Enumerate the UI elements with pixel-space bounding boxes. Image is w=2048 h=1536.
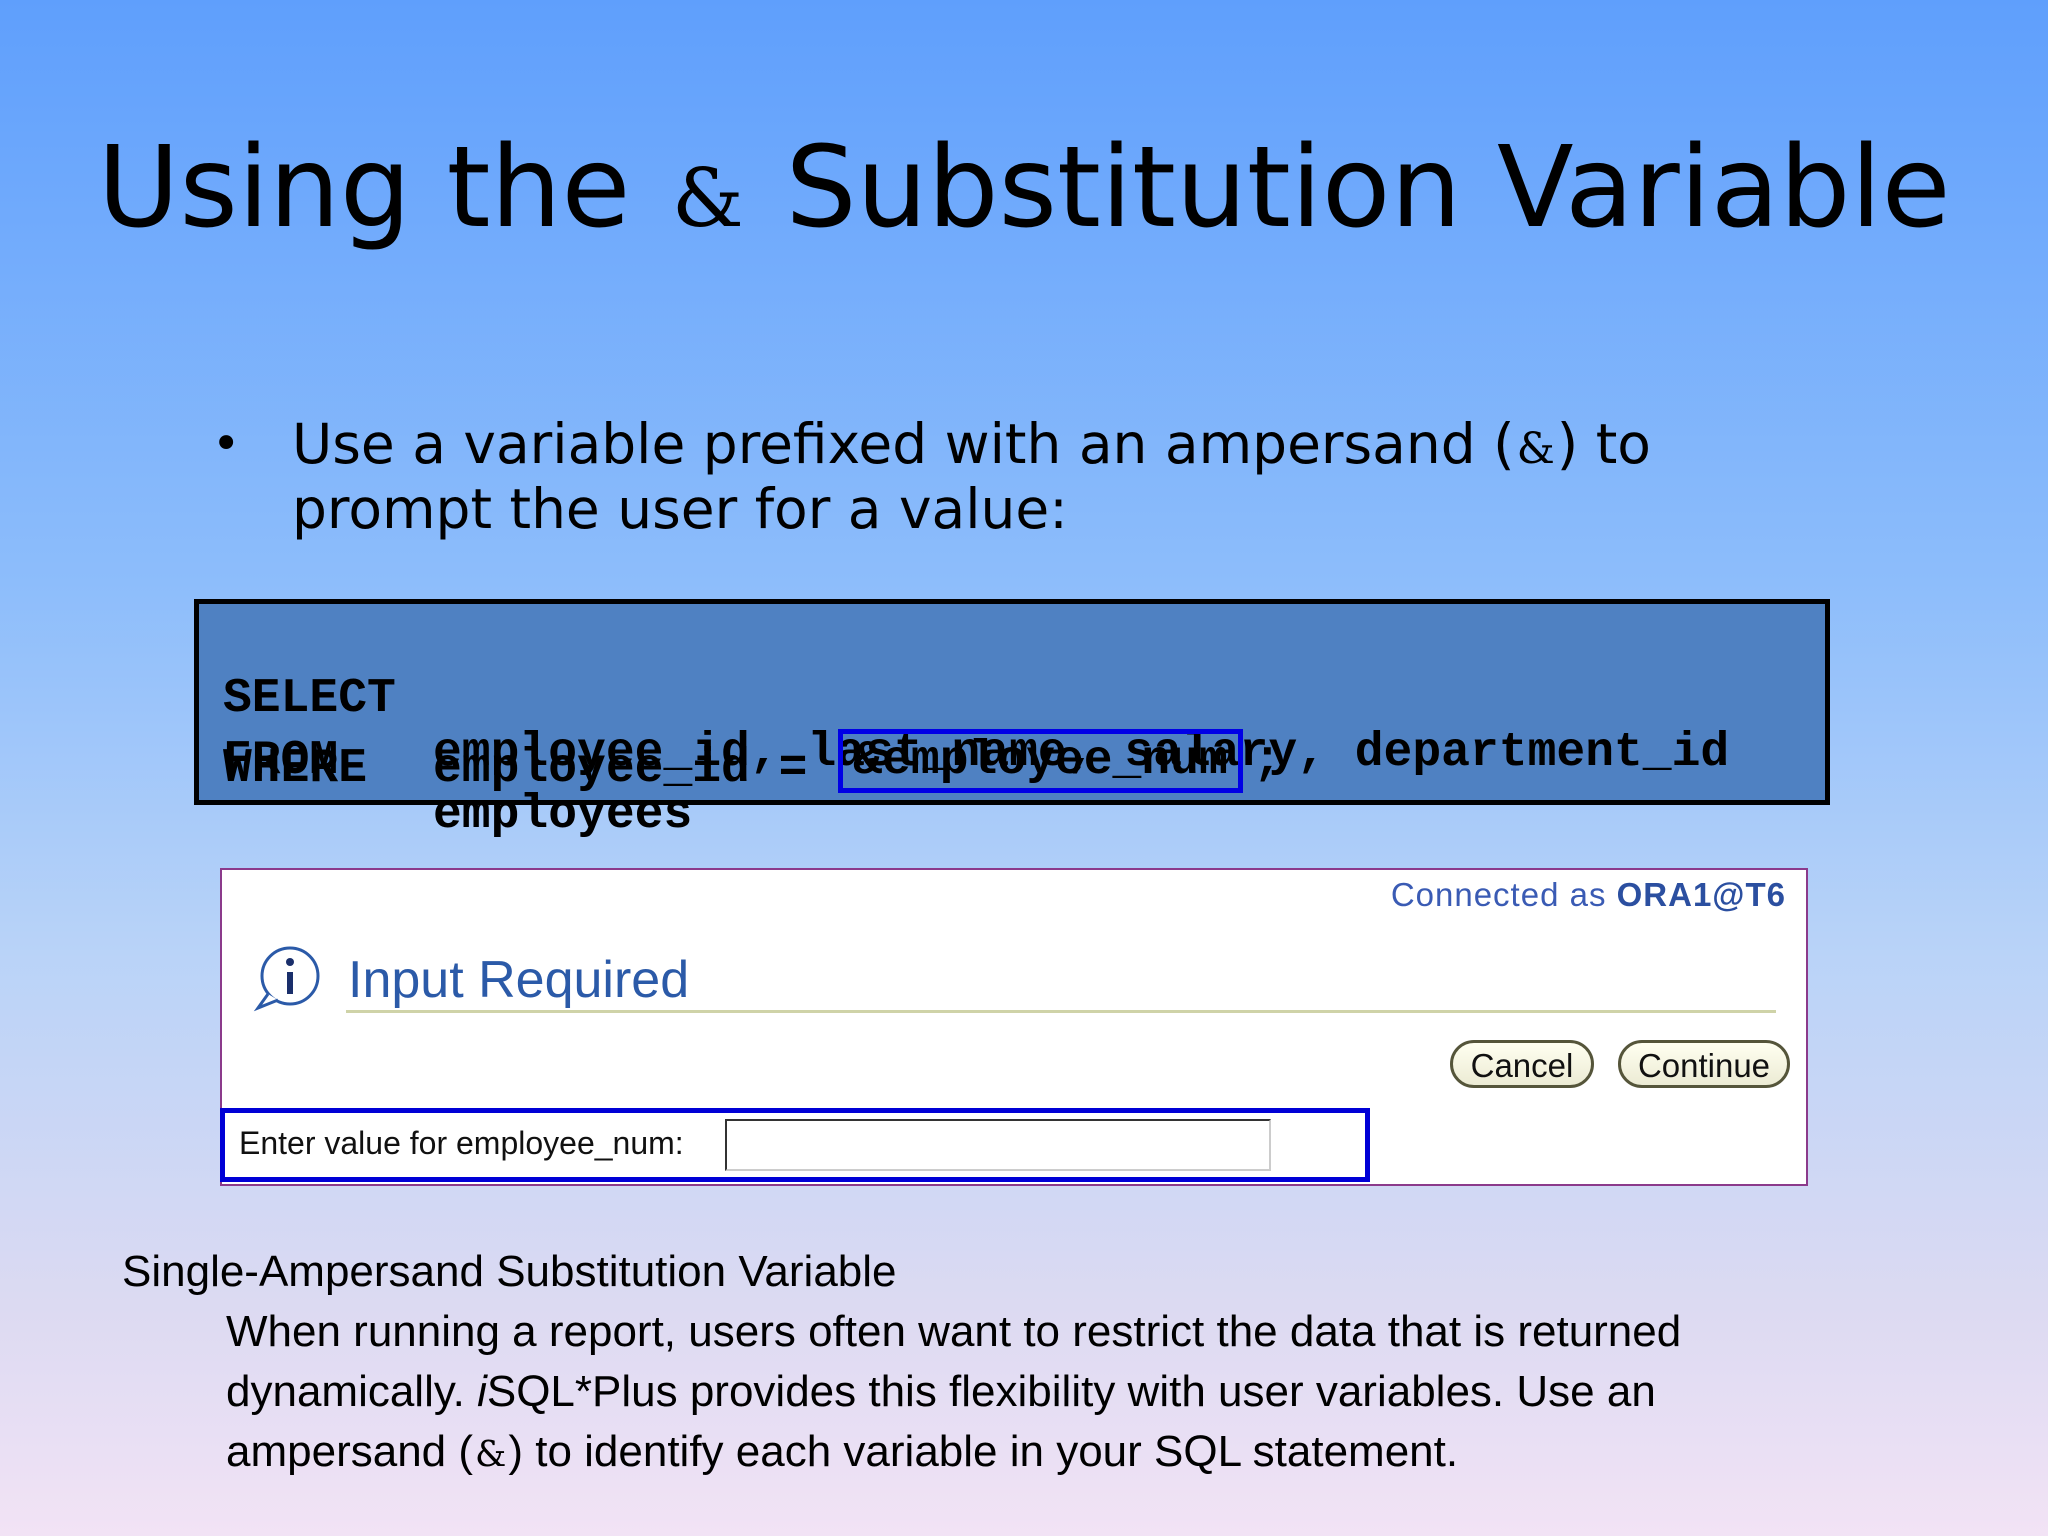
from-table: employees [433,788,693,842]
bullet-dot: • [212,416,241,472]
substitution-variable-highlight: &employee_num [838,729,1243,793]
keyword-where: WHERE [223,742,368,796]
notes-text-3: ) to identify each variable in your SQL … [508,1427,1459,1476]
slide-title: Using the & Substitution Variable [0,118,2048,269]
notes-ampersand: & [475,1434,507,1475]
connection-status: Connected as ORA1@T6 [1391,876,1786,914]
title-text-start: Using the [97,123,631,253]
notes-heading: Single-Ampersand Substitution Variable [122,1247,897,1296]
title-text-end: Substitution Variable [785,123,1951,253]
connection-label: Connected as [1390,876,1607,913]
connection-user: ORA1@T6 [1616,876,1786,913]
title-ampersand: & [672,152,744,246]
sql-code-block: SELECT employee_id, last_name, salary, d… [194,599,1830,842]
employee-num-input[interactable] [725,1119,1271,1171]
input-required-dialog: Connected as ORA1@T6 Input Required Canc… [220,868,1808,1186]
cancel-button[interactable]: Cancel [1450,1040,1594,1088]
prompt-highlight: Enter value for employee_num: [220,1108,1370,1182]
bullet-text-start: Use a variable prefixed with an ampersan… [292,412,1515,476]
title-divider [346,1010,1776,1013]
notes-body: When running a report, users often want … [226,1302,1866,1485]
where-condition: employee_id = [433,742,808,796]
statement-terminator: ; [1252,734,1282,788]
where-clause: employee_id = &employee_num; [433,729,1282,796]
prompt-label: Enter value for employee_num: [239,1125,684,1161]
info-icon [253,946,320,1012]
bullet-text: Use a variable prefixed with an ampersan… [292,414,1862,539]
continue-button[interactable]: Continue [1618,1040,1790,1088]
bullet-ampersand: & [1516,424,1555,474]
notes-italic-i: i [477,1367,487,1416]
dialog-title: Input Required [348,951,690,1009]
